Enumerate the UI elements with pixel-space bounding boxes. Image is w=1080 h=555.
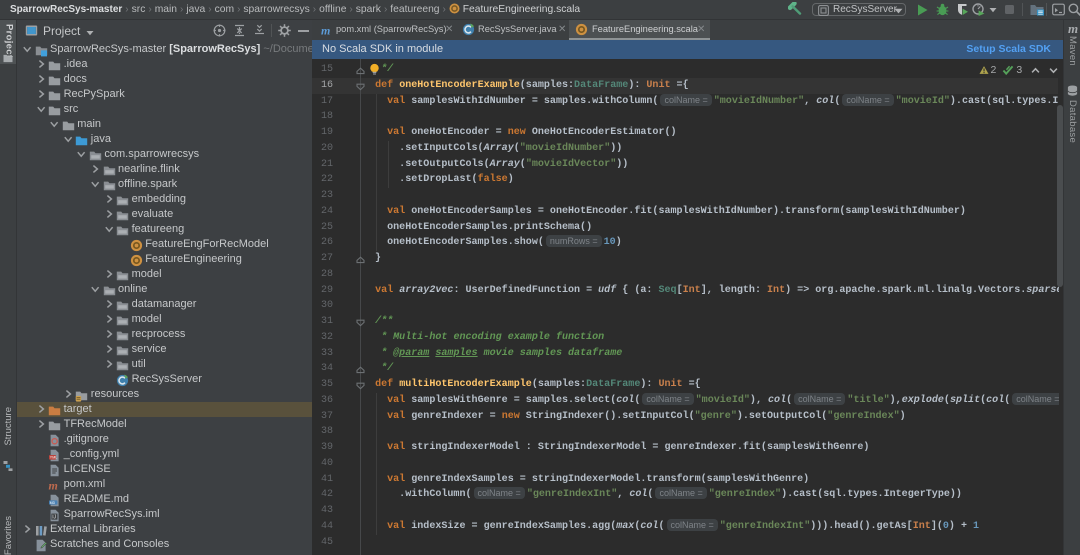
svg-text:YML: YML xyxy=(50,455,57,459)
svg-text:IJ: IJ xyxy=(52,514,56,520)
svg-text:m: m xyxy=(321,24,330,37)
svg-text:m: m xyxy=(49,479,58,492)
svg-text:MD: MD xyxy=(50,500,56,504)
